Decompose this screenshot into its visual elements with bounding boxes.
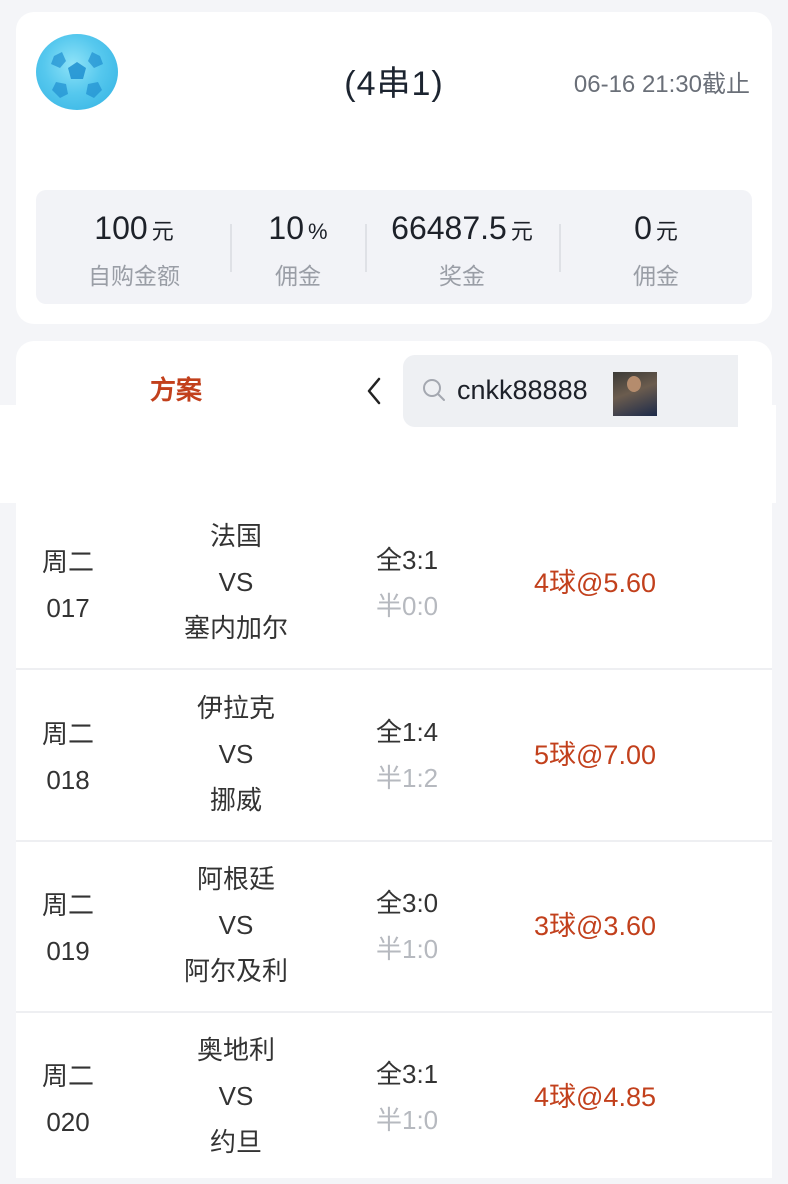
away-team: 约旦	[209, 1127, 262, 1157]
search-icon	[421, 377, 447, 408]
match-score: 全1:4 半1:2	[376, 709, 438, 801]
divider	[365, 224, 367, 272]
match-number: 017	[46, 593, 90, 623]
match-row: 周二 020 奥地利 VS 约旦 全3:1 半1:0 4球@4.85	[16, 1013, 772, 1184]
back-chevron-icon[interactable]	[364, 376, 384, 414]
divider	[230, 224, 232, 272]
match-number: 020	[46, 1107, 90, 1137]
match-score: 全3:0 半1:0	[376, 880, 438, 972]
stat-prize: 66487.5 元 奖金	[386, 210, 538, 291]
home-team: 奥地利	[196, 1035, 275, 1065]
match-pick: 4球@4.85	[534, 1082, 656, 1112]
stat-value: 0	[634, 210, 652, 246]
plan-summary-card: (4串1) 06-16 21:30截止 100 元 自购金额 10% 佣金 664…	[16, 12, 772, 324]
match-number: 019	[46, 936, 90, 966]
deadline-text: 06-16 21:30截止	[573, 71, 750, 98]
match-teams: 奥地利 VS 约旦	[146, 1027, 326, 1165]
stat-self-buy: 100 元 自购金额	[84, 210, 184, 291]
away-team: 阿尔及利	[183, 956, 288, 986]
search-input[interactable]: cnkk88888	[403, 355, 738, 427]
stat-unit: 元	[655, 219, 678, 244]
vs-label: VS	[218, 567, 254, 597]
stat-label: 佣金	[275, 263, 321, 289]
stat-label: 自购金额	[88, 263, 180, 289]
search-text: cnkk88888	[457, 375, 588, 405]
match-row: 周二 017 法国 VS 塞内加尔 全3:1 半0:0 4球@5.60	[16, 499, 772, 670]
match-number: 018	[46, 765, 90, 795]
match-score: 全3:1 半0:0	[376, 537, 438, 629]
away-team: 塞内加尔	[183, 613, 288, 643]
home-team: 阿根廷	[196, 864, 275, 894]
half-time-score: 半1:2	[376, 763, 439, 793]
match-day: 周二 018	[42, 711, 94, 803]
match-row: 周二 018 伊拉克 VS 挪威 全1:4 半1:2 5球@7.00	[16, 671, 772, 842]
match-weekday: 周二	[42, 890, 95, 920]
divider	[559, 224, 561, 272]
match-score: 全3:1 半1:0	[376, 1051, 438, 1143]
stat-commission: 0元 佣金	[614, 210, 698, 291]
stat-commission-rate: 10% 佣金	[258, 210, 338, 291]
match-weekday: 周二	[42, 547, 95, 577]
stats-panel: 100 元 自购金额 10% 佣金 66487.5 元 奖金 0元 佣金	[36, 190, 752, 304]
stat-label: 奖金	[439, 263, 485, 289]
match-teams: 伊拉克 VS 挪威	[146, 685, 326, 823]
stat-label: 佣金	[633, 263, 679, 289]
match-pick: 3球@3.60	[534, 911, 656, 941]
full-time-score: 全3:1	[376, 1059, 439, 1089]
half-time-score: 半1:0	[376, 934, 439, 964]
vs-label: VS	[218, 1081, 254, 1111]
match-row: 周二 019 阿根廷 VS 阿尔及利 全3:0 半1:0 3球@3.60	[16, 842, 772, 1013]
match-weekday: 周二	[42, 1061, 95, 1091]
match-weekday: 周二	[42, 719, 95, 749]
match-day: 周二 019	[42, 882, 94, 974]
vs-label: VS	[218, 739, 254, 769]
match-teams: 法国 VS 塞内加尔	[146, 513, 326, 651]
home-team: 伊拉克	[196, 693, 275, 723]
home-team: 法国	[209, 521, 262, 551]
match-day: 周二 020	[42, 1053, 94, 1145]
stat-value: 10	[268, 210, 305, 246]
full-time-score: 全3:0	[376, 888, 439, 918]
stat-unit: 元	[151, 219, 174, 244]
away-team: 挪威	[209, 785, 262, 815]
tab-plan[interactable]: 方案	[150, 370, 202, 407]
stat-unit: 元	[510, 219, 533, 244]
match-teams: 阿根廷 VS 阿尔及利	[146, 856, 326, 994]
match-day: 周二 017	[42, 539, 94, 631]
stat-value: 100	[94, 210, 148, 246]
user-avatar[interactable]	[613, 372, 657, 416]
full-time-score: 全3:1	[376, 545, 439, 575]
stat-value: 66487.5	[391, 210, 507, 246]
half-time-score: 半1:0	[376, 1105, 439, 1135]
full-time-score: 全1:4	[376, 717, 439, 747]
match-pick: 4球@5.60	[534, 568, 656, 598]
vs-label: VS	[218, 910, 254, 940]
half-time-score: 半0:0	[376, 591, 439, 621]
stat-unit: %	[308, 219, 328, 244]
match-pick: 5球@7.00	[534, 740, 656, 770]
